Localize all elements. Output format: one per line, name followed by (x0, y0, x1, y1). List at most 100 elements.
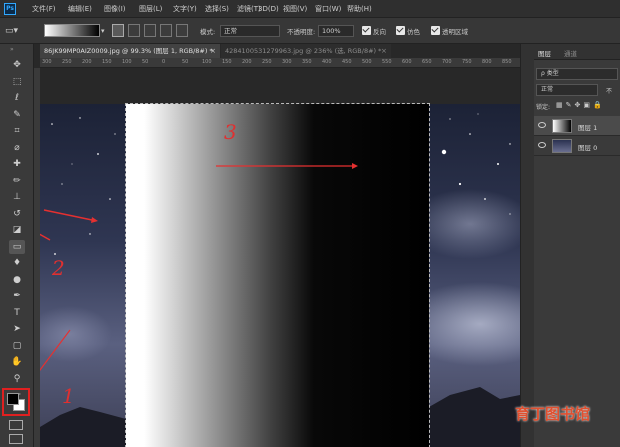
ruler-tick-label: 50 (142, 59, 149, 65)
history-brush-tool[interactable]: ↺ (9, 207, 25, 221)
canvas-area[interactable]: 3 2 1 (40, 68, 520, 447)
tab-layers[interactable]: 图层 (538, 48, 551, 58)
toolbox-collapse-icon[interactable]: » (10, 46, 14, 53)
reverse-checkbox[interactable] (362, 26, 371, 35)
diamond-gradient-button[interactable] (176, 24, 188, 37)
annotation-number-1: 1 (62, 384, 75, 408)
annotation-number-3: 3 (224, 120, 237, 144)
menu-help[interactable]: 帮助(H) (347, 3, 372, 15)
ruler-tick-label: 250 (62, 59, 72, 65)
quick-mask-icon[interactable] (9, 420, 23, 430)
mode-label: 模式: (200, 28, 216, 36)
gradient-preview[interactable] (44, 24, 100, 37)
stamp-tool[interactable]: ⊥ (9, 190, 25, 204)
menu-window[interactable]: 窗口(W) (315, 3, 341, 15)
radial-gradient-button[interactable] (128, 24, 140, 37)
layer-row-1[interactable]: 图层 1 (534, 116, 620, 136)
document-tab-bar: 86JK99MP0AIZ0009.jpg @ 99.3% (图层 1, RGB/… (40, 44, 520, 58)
gradient-tool-preset-icon[interactable]: ▭▾ (5, 24, 23, 38)
ruler-tick-label: 100 (202, 59, 212, 65)
menu-select[interactable]: 选择(S) (205, 3, 229, 15)
type-tool[interactable]: T (9, 306, 25, 320)
angle-gradient-button[interactable] (144, 24, 156, 37)
move-tool[interactable]: ✥ (9, 58, 25, 72)
mode-select[interactable]: 正常 (220, 25, 280, 37)
tab-channels[interactable]: 通道 (564, 48, 577, 58)
dither-label: 仿色 (407, 28, 420, 36)
ruler-tick-label: 450 (342, 59, 352, 65)
visibility-eye-icon[interactable] (538, 122, 546, 128)
quick-select-tool[interactable]: ✎ (9, 108, 25, 122)
layers-panel: 图层 通道 ρ 类型 正常 不 锁定: ▦✎✥▣🔒 图层 1 图层 0 (534, 44, 620, 447)
shape-tool[interactable]: ▢ (9, 339, 25, 353)
marquee-tool[interactable]: ⬚ (9, 75, 25, 89)
ruler-tick-label: 150 (102, 59, 112, 65)
ruler-tick-label: 250 (262, 59, 272, 65)
screen-mode-icon[interactable] (9, 434, 23, 444)
ruler-tick-label: 200 (82, 59, 92, 65)
ruler-tick-label: 500 (362, 59, 372, 65)
menu-image[interactable]: 图像(I) (104, 3, 126, 15)
options-bar: ▭▾ ▾ 模式: 正常 不透明度: 100% 反向 仿色 透明区域 (0, 18, 620, 44)
close-icon[interactable]: × (210, 44, 216, 58)
lasso-tool[interactable]: ℓ (9, 91, 25, 105)
path-select-tool[interactable]: ➤ (9, 322, 25, 336)
layer-name: 图层 0 (578, 144, 598, 152)
reverse-label: 反向 (373, 28, 386, 36)
toolbox: » ✥⬚ℓ✎⌗⌀✚✏⊥↺◪▭♦●✒T➤▢✋⚲··· (0, 44, 34, 447)
menu-file[interactable]: 文件(F) (32, 3, 56, 15)
transparency-checkbox[interactable] (431, 26, 440, 35)
layer-row-0[interactable]: 图层 0 (534, 136, 620, 156)
ruler-tick-label: 750 (462, 59, 472, 65)
gradient-dropdown-icon[interactable]: ▾ (101, 27, 105, 35)
crop-tool[interactable]: ⌗ (9, 124, 25, 138)
close-icon[interactable]: × (381, 44, 387, 58)
tab-label: 4284100531279963.jpg @ 236% (选, RGB/8#) … (225, 47, 382, 55)
eraser-tool[interactable]: ◪ (9, 223, 25, 237)
menu-3d[interactable]: 3D(D) (258, 3, 279, 15)
ruler-tick-label: 650 (422, 59, 432, 65)
dodge-tool[interactable]: ● (9, 273, 25, 287)
ruler-tick-label: 600 (402, 59, 412, 65)
transparency-label: 透明区域 (442, 28, 468, 36)
tab-label: 86JK99MP0AIZ0009.jpg @ 99.3% (图层 1, RGB/… (44, 47, 213, 55)
healing-tool[interactable]: ✚ (9, 157, 25, 171)
opacity-short-label: 不 (606, 88, 613, 95)
tab-document-2[interactable]: 4284100531279963.jpg @ 236% (选, RGB/8#) … (221, 44, 391, 58)
blur-tool[interactable]: ♦ (9, 256, 25, 270)
ruler-tick-label: 800 (482, 59, 492, 65)
hand-tool[interactable]: ✋ (9, 355, 25, 369)
layer-name: 图层 1 (578, 124, 598, 132)
menu-layer[interactable]: 图层(L) (139, 3, 162, 15)
tab-document-1[interactable]: 86JK99MP0AIZ0009.jpg @ 99.3% (图层 1, RGB/… (40, 44, 220, 58)
horizontal-ruler: 300 250 200 150 100 50 0 50 100 150 200 250 300 350 40… (40, 58, 520, 68)
menu-bar: Ps 文件(F) 编辑(E) 图像(I) 图层(L) 文字(Y) 选择(S) 滤… (0, 0, 620, 18)
brush-tool[interactable]: ✏ (9, 174, 25, 188)
linear-gradient-button[interactable] (112, 24, 124, 37)
ruler-tick-label: 0 (162, 59, 166, 65)
reflected-gradient-button[interactable] (160, 24, 172, 37)
panel-icon-strip (520, 44, 534, 447)
eyedropper-tool[interactable]: ⌀ (9, 141, 25, 155)
annotation-number-2: 2 (52, 256, 65, 280)
layer-filter-select[interactable]: ρ 类型 (536, 68, 618, 80)
menu-edit[interactable]: 编辑(E) (68, 3, 92, 15)
ruler-tick-label: 300 (282, 59, 292, 65)
ruler-tick-label: 200 (242, 59, 252, 65)
zoom-tool[interactable]: ⚲ (9, 372, 25, 386)
ruler-tick-label: 100 (122, 59, 132, 65)
menu-view[interactable]: 视图(V) (283, 3, 307, 15)
lock-label: 锁定: (536, 104, 551, 111)
pen-tool[interactable]: ✒ (9, 289, 25, 303)
ruler-tick-label: 150 (222, 59, 232, 65)
menu-type[interactable]: 文字(Y) (173, 3, 197, 15)
dither-checkbox[interactable] (396, 26, 405, 35)
ruler-tick-label: 400 (322, 59, 332, 65)
lock-icons[interactable]: ▦✎✥▣🔒 (556, 101, 605, 109)
opacity-label: 不透明度: (287, 28, 316, 36)
gradient-tool[interactable]: ▭ (9, 239, 25, 254)
ruler-tick-label: 350 (302, 59, 312, 65)
opacity-input[interactable]: 100% (318, 25, 354, 37)
visibility-eye-icon[interactable] (538, 142, 546, 148)
blend-mode-select[interactable]: 正常 (536, 84, 598, 96)
